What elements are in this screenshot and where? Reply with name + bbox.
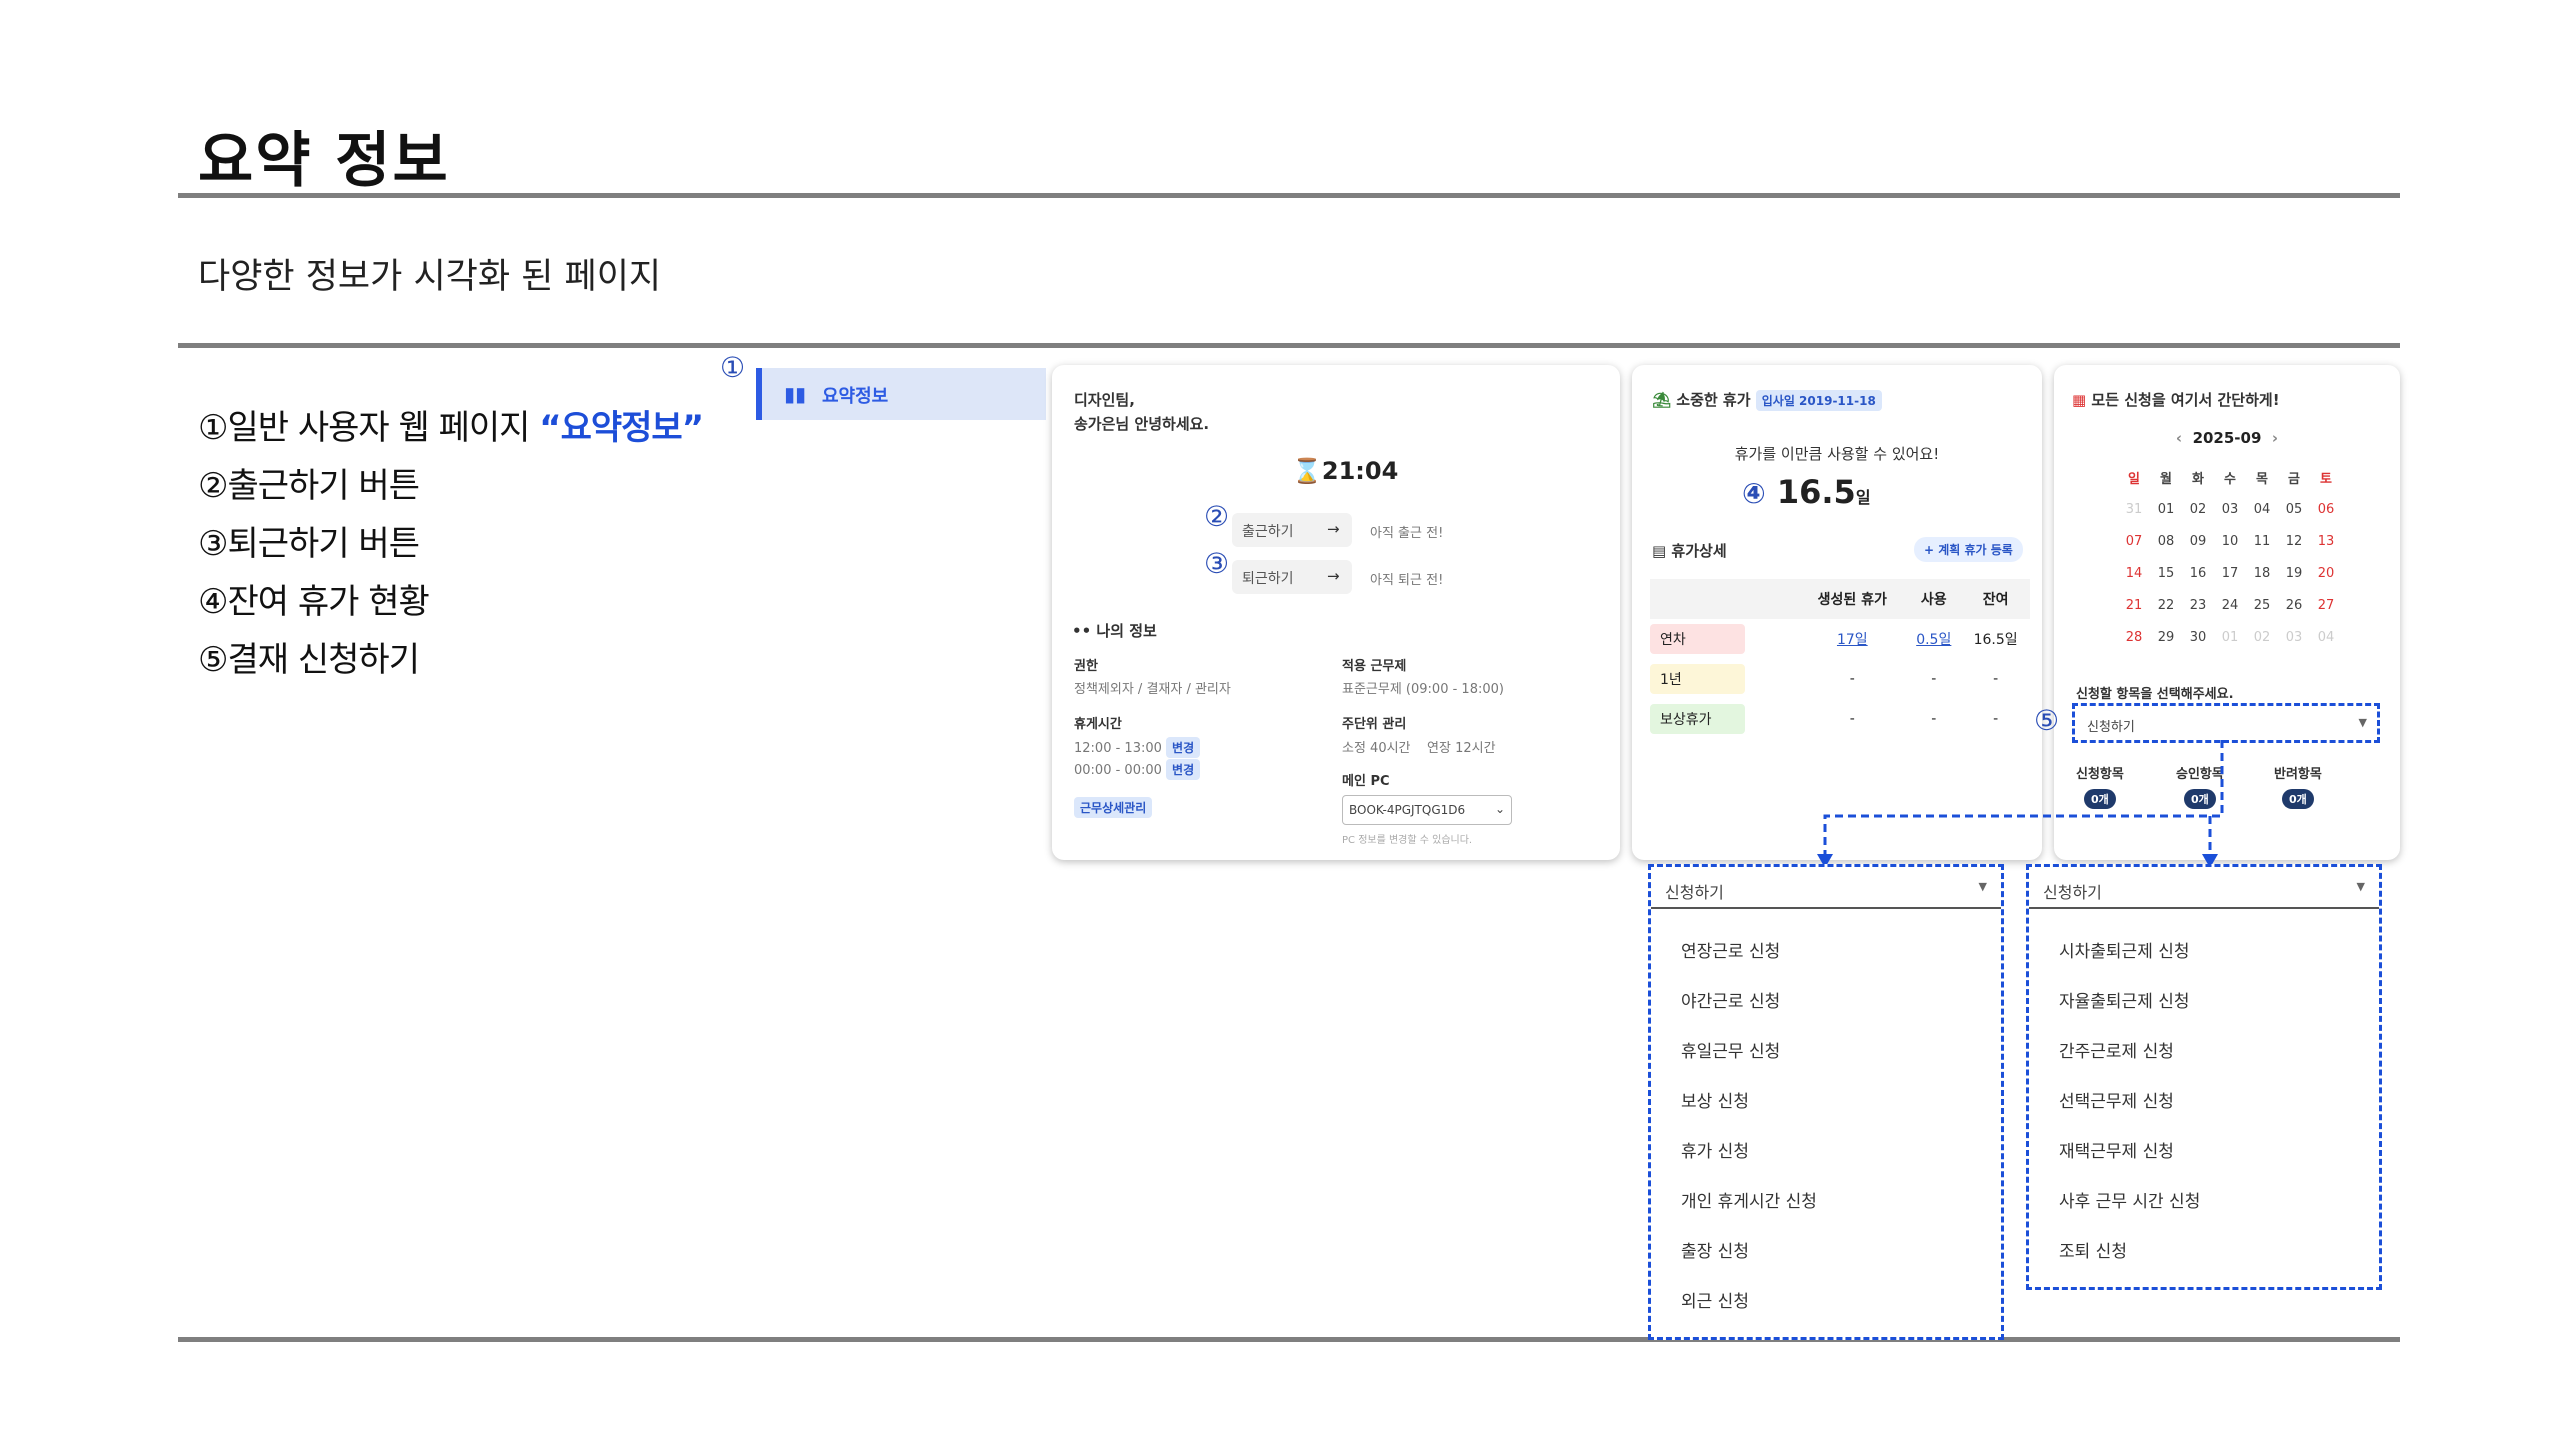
legend-item: ①일반 사용자 웹 페이지 “요약정보” <box>198 408 704 448</box>
calendar-icon: ▦ <box>2072 391 2087 409</box>
change-button[interactable]: 변경 <box>1166 737 1201 758</box>
current-time: 21:04 <box>1321 457 1399 485</box>
break-time: 12:00 - 13:00 <box>1074 741 1162 756</box>
table-header: 생성된 휴가 <box>1817 592 1887 608</box>
clock-in-status: 아직 출근 전! <box>1370 526 1444 541</box>
request-dropdown-right: 신청하기 ▼ 시차출퇴근제 신청 자율출퇴근제 신청 간주근로제 신청 선택근무제… <box>2026 864 2382 1290</box>
chevron-left-icon[interactable]: ‹ <box>2176 429 2182 447</box>
pc-select[interactable]: BOOK-4PGJTQG1D6 ⌄ <box>1342 795 1512 825</box>
arrow-icon: → <box>1327 567 1340 585</box>
plan-vacation-button[interactable]: + 계획 휴가 등록 <box>1914 537 2023 562</box>
dropdown-option[interactable]: 연장근로 신청 <box>1681 937 1780 962</box>
select-label: 신청할 항목을 선택해주세요. <box>2076 687 2234 702</box>
clock-out-status: 아직 퇴근 전! <box>1370 573 1444 588</box>
vacation-title: 소중한 휴가 <box>1676 391 1751 409</box>
legend-item: ②출근하기 버튼 <box>198 466 420 506</box>
role-label: 권한 <box>1074 659 1098 674</box>
summary-panel: 디자인팀, 송가은님 안녕하세요. ⌛21:04 ② 출근하기 → 아직 출근 … <box>1052 365 1620 860</box>
marker-1: ① <box>720 351 746 384</box>
eyes-icon: •• <box>1072 622 1092 640</box>
vacation-table: 생성된 휴가 사용 잔여 연차 17일 0.5일 16.5일 1년 --- 보상… <box>1650 579 2030 739</box>
dropdown-select[interactable]: 신청하기 ▼ <box>2029 867 2379 909</box>
page-title: 요약 정보 <box>198 126 450 196</box>
dropdown-option[interactable]: 보상 신청 <box>1681 1087 1749 1112</box>
dropdown-option[interactable]: 외근 신청 <box>1681 1287 1749 1312</box>
work-value: 표준근무제 (09:00 - 18:00) <box>1342 682 1504 697</box>
sidebar-item-summary[interactable]: ▮▮ 요약정보 <box>756 368 1046 420</box>
legend-item: ⑤결재 신청하기 <box>198 640 420 680</box>
weekly-value: 소정 40시간 연장 12시간 <box>1342 741 1496 756</box>
request-select[interactable]: 신청하기 ▼ <box>2072 703 2380 743</box>
bar-chart-icon: ▮▮ <box>784 382 807 406</box>
break-time: 00:00 - 00:00 <box>1074 763 1162 778</box>
remaining-days: 16.5 <box>1776 473 1856 511</box>
weekly-label: 주단위 관리 <box>1342 717 1407 732</box>
marker-3: ③ <box>1204 547 1230 580</box>
join-date-badge: 입사일 2019-11-18 <box>1755 390 1882 411</box>
page-subtitle: 다양한 정보가 시각화 된 페이지 <box>198 257 662 297</box>
marker-2: ② <box>1204 500 1230 533</box>
dropdown-option[interactable]: 휴가 신청 <box>1681 1137 1749 1162</box>
table-row: 보상휴가 --- <box>1650 699 2030 739</box>
dropdown-option[interactable]: 야간근로 신청 <box>1681 987 1780 1012</box>
dropdown-option[interactable]: 자율출퇴근제 신청 <box>2059 987 2190 1012</box>
dropdown-option[interactable]: 개인 휴게시간 신청 <box>1681 1187 1817 1212</box>
dropdown-option[interactable]: 휴일근무 신청 <box>1681 1037 1780 1062</box>
table-header: 잔여 <box>1982 592 2009 608</box>
dropdown-option[interactable]: 사후 근무 시간 신청 <box>2059 1187 2200 1212</box>
dropdown-option[interactable]: 간주근로제 신청 <box>2059 1037 2174 1062</box>
dropdown-option[interactable]: 출장 신청 <box>1681 1237 1749 1262</box>
chevron-down-icon: ⌄ <box>1494 802 1505 816</box>
role-value: 정책제외자 / 결재자 / 관리자 <box>1074 682 1231 697</box>
table-row: 1년 --- <box>1650 659 2030 699</box>
marker-4: ④ <box>1742 477 1766 510</box>
table-header: 사용 <box>1920 592 1947 608</box>
divider <box>178 1337 2400 1342</box>
pc-label: 메인 PC <box>1342 774 1390 789</box>
hourglass-icon: ⌛ <box>1292 457 1322 485</box>
dropdown-select[interactable]: 신청하기 ▼ <box>1651 867 2001 909</box>
work-label: 적용 근무제 <box>1342 659 1407 674</box>
my-info-title: 나의 정보 <box>1096 622 1157 640</box>
chevron-right-icon[interactable]: › <box>2272 429 2278 447</box>
legend-item: ③퇴근하기 버튼 <box>198 524 420 564</box>
counter-label: 반려항목 <box>2274 767 2322 782</box>
divider <box>178 193 2400 198</box>
caret-down-icon: ▼ <box>1978 880 1987 893</box>
greeting-text: 송가은님 안녕하세요. <box>1074 415 1210 433</box>
vacation-message: 휴가를 이만큼 사용할 수 있어요! <box>1734 445 1940 463</box>
request-title: 모든 신청을 여기서 간단하게! <box>2091 391 2280 409</box>
legend-item: ④잔여 휴가 현황 <box>198 582 430 622</box>
table-row: 연차 17일 0.5일 16.5일 <box>1650 619 2030 659</box>
pc-note: PC 정보를 변경할 수 있습니다. <box>1342 835 1473 846</box>
vacation-detail-title: 휴가상세 <box>1671 542 1727 560</box>
team-name: 디자인팀, <box>1074 391 1135 409</box>
break-label: 휴게시간 <box>1074 717 1122 732</box>
caret-down-icon: ▼ <box>2356 880 2365 893</box>
calendar: 일월화수목금토 31 01 02 03 04 05 06 07 08 09 10 11 12 13 14… <box>2125 471 2335 645</box>
dropdown-option[interactable]: 재택근무제 신청 <box>2059 1137 2174 1162</box>
document-icon: ▤ <box>1652 542 1667 560</box>
request-dropdown-left: 신청하기 ▼ 연장근로 신청 야간근로 신청 휴일근무 신청 보상 신청 휴가 신… <box>1648 864 2004 1340</box>
vacation-icon: ⛱ <box>1652 391 1672 409</box>
marker-5: ⑤ <box>2034 704 2060 737</box>
dropdown-option[interactable]: 시차출퇴근제 신청 <box>2059 937 2190 962</box>
connector-arrows <box>1817 740 2224 868</box>
arrow-icon: → <box>1327 520 1340 538</box>
counter-badge: 0개 <box>2282 789 2314 809</box>
caret-down-icon: ▼ <box>2358 716 2367 729</box>
calendar-month: 2025-09 <box>2192 429 2262 447</box>
work-detail-button[interactable]: 근무상세관리 <box>1074 797 1153 818</box>
dropdown-option[interactable]: 선택근무제 신청 <box>2059 1087 2174 1112</box>
dropdown-option[interactable]: 조퇴 신청 <box>2059 1237 2127 1262</box>
divider <box>178 343 2400 348</box>
change-button[interactable]: 변경 <box>1166 759 1201 780</box>
